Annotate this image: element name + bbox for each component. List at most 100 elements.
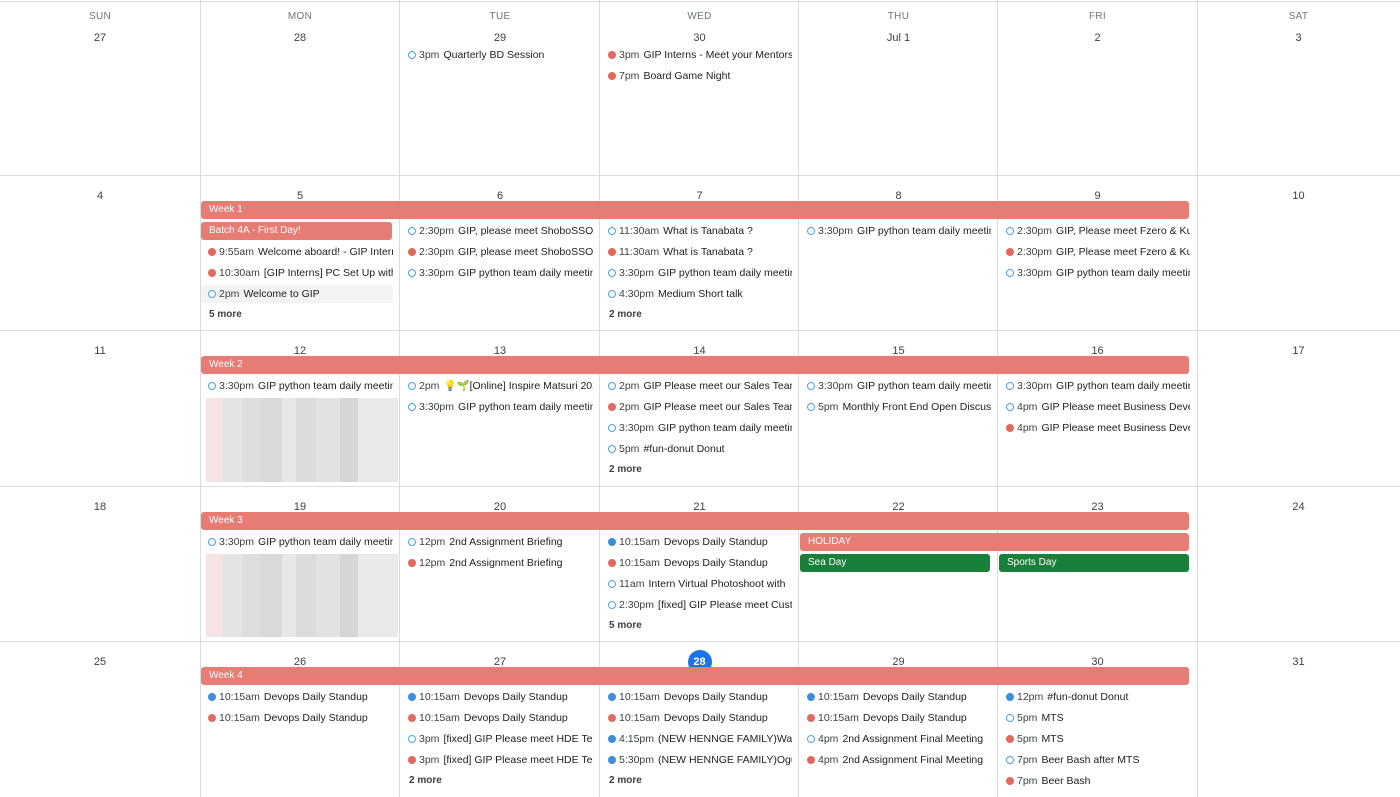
calendar-event[interactable]: 4pmGIP Please meet Business Development bbox=[999, 398, 1190, 416]
calendar-event[interactable]: 2pm GIP Please meet our Sales Team bbox=[601, 377, 792, 395]
more-events-link[interactable]: 2 more bbox=[601, 462, 642, 478]
event-dot-icon bbox=[608, 693, 616, 701]
all-day-event-bar[interactable]: Week 3 bbox=[201, 512, 1189, 530]
event-title: Devops Daily Standup bbox=[663, 536, 768, 548]
calendar-event[interactable]: 3:30pm GIP python team daily meeting bbox=[800, 222, 991, 240]
day-number[interactable]: 2 bbox=[1086, 26, 1110, 50]
day-number[interactable]: 31 bbox=[1287, 650, 1311, 674]
calendar-event[interactable]: 10:15am Devops Daily Standup bbox=[601, 554, 792, 572]
calendar-event[interactable]: 7pm Board Game Night bbox=[601, 67, 792, 85]
calendar-event[interactable]: 3:30pm GIP python team daily meeting bbox=[999, 377, 1190, 395]
more-events-link[interactable]: 2 more bbox=[401, 773, 442, 789]
calendar-event[interactable]: 11:30am What is Tanabata ? bbox=[601, 243, 792, 261]
calendar-event[interactable]: 5pm MTS bbox=[999, 709, 1190, 727]
calendar-event[interactable]: 10:15am Devops Daily Standup bbox=[601, 533, 792, 551]
calendar-event[interactable]: 4pm 2nd Assignment Final Meeting bbox=[800, 730, 991, 748]
calendar-event[interactable]: 10:15am Devops Daily Standup bbox=[401, 709, 593, 727]
event-title: Welcome to GIP bbox=[243, 288, 320, 300]
calendar-event[interactable]: 12pm 2nd Assignment Briefing bbox=[401, 533, 593, 551]
day-number[interactable]: 3 bbox=[1287, 26, 1311, 50]
calendar-event[interactable]: 10:15am Devops Daily Standup bbox=[201, 709, 393, 727]
calendar-event[interactable]: 10:15am Devops Daily Standup bbox=[601, 709, 792, 727]
calendar-event[interactable]: 2:30pmGIP, Please meet Fzero & Kumo bbox=[999, 243, 1190, 261]
more-events-link[interactable]: 5 more bbox=[601, 618, 642, 634]
day-number[interactable]: 28 bbox=[288, 26, 312, 50]
event-title: GIP python team daily meeting bbox=[258, 380, 393, 392]
calendar-event[interactable]: 2:30pm GIP, please meet ShoboSSO bbox=[401, 243, 593, 261]
day-number[interactable]: 27 bbox=[88, 26, 112, 50]
blurred-content bbox=[206, 398, 398, 482]
calendar-event[interactable]: 9:55am Welcome aboard! - GIP Interns bbox=[201, 243, 393, 261]
calendar-event[interactable]: 4pmGIP Please meet Business Development bbox=[999, 419, 1190, 437]
calendar-event[interactable]: 10:15am Devops Daily Standup bbox=[201, 688, 393, 706]
calendar-event[interactable]: 10:15am Devops Daily Standup bbox=[401, 688, 593, 706]
calendar-event[interactable]: 2pm Welcome to GIP bbox=[201, 285, 393, 303]
all-day-event-bar[interactable]: Week 1 bbox=[201, 201, 1189, 219]
calendar-event[interactable]: 4:15pm(NEW HENNGE FAMILY)Watcher bbox=[601, 730, 792, 748]
all-day-event-bar[interactable]: HOLIDAY bbox=[800, 533, 1189, 551]
event-time: 5pm bbox=[619, 443, 640, 455]
calendar-event[interactable]: 2:30pmGIP, Please meet Fzero & Kumo bbox=[999, 222, 1190, 240]
calendar-event[interactable]: 2:30pm GIP, please meet ShoboSSO bbox=[401, 222, 593, 240]
calendar-event[interactable]: 2pm GIP Please meet our Sales Team bbox=[601, 398, 792, 416]
calendar-event[interactable]: 7pm Beer Bash after MTS bbox=[999, 751, 1190, 769]
calendar-event[interactable]: 10:15am Devops Daily Standup bbox=[800, 688, 991, 706]
event-dot-icon bbox=[408, 559, 416, 567]
day-number[interactable]: 4 bbox=[88, 184, 112, 208]
event-title: Devops Daily Standup bbox=[663, 691, 768, 703]
all-day-event-chip[interactable]: Sports Day bbox=[999, 554, 1189, 572]
more-events-link[interactable]: 2 more bbox=[601, 773, 642, 789]
event-title: Intern Virtual Photoshoot with bbox=[648, 578, 786, 590]
calendar-event[interactable]: 12pm #fun-donut Donut bbox=[999, 688, 1190, 706]
calendar-event[interactable]: 3pm [fixed] GIP Please meet HDE Team bbox=[401, 730, 593, 748]
more-events-link[interactable]: 5 more bbox=[201, 307, 242, 323]
calendar-event[interactable]: 3:30pm GIP python team daily meeting bbox=[401, 264, 593, 282]
calendar-event[interactable]: 5pmMonthly Front End Open Discussion bbox=[800, 398, 991, 416]
calendar-event[interactable]: 3pm [fixed] GIP Please meet HDE Team bbox=[401, 751, 593, 769]
day-number[interactable]: 11 bbox=[88, 339, 112, 363]
event-title: GIP Please meet our Sales Team bbox=[643, 401, 792, 413]
calendar-event[interactable]: 4:30pm Medium Short talk bbox=[601, 285, 792, 303]
calendar-event[interactable]: 11am Intern Virtual Photoshoot with bbox=[601, 575, 792, 593]
calendar-event[interactable]: 3:30pm GIP python team daily meeting bbox=[201, 377, 393, 395]
calendar-event[interactable]: 12pm 2nd Assignment Briefing bbox=[401, 554, 593, 572]
day-number[interactable]: Jul 1 bbox=[869, 26, 929, 50]
calendar-event[interactable]: 3:30pm GIP python team daily meeting bbox=[601, 419, 792, 437]
event-title: Welcome aboard! - GIP Interns bbox=[258, 246, 393, 258]
day-number[interactable]: 24 bbox=[1287, 495, 1311, 519]
calendar-event[interactable]: 3:30pm GIP python team daily meeting bbox=[800, 377, 991, 395]
event-title: 2nd Assignment Briefing bbox=[449, 557, 563, 569]
event-time: 10:15am bbox=[818, 691, 859, 703]
calendar-event[interactable]: 3:30pm GIP python team daily meeting bbox=[401, 398, 593, 416]
all-day-event-chip[interactable]: Sea Day bbox=[800, 554, 990, 572]
calendar-event[interactable]: 3pm GIP Interns - Meet your Mentors bbox=[601, 46, 792, 64]
calendar-event[interactable]: 3:30pm GIP python team daily meeting bbox=[999, 264, 1190, 282]
event-dot-icon bbox=[408, 756, 416, 764]
day-number[interactable]: 25 bbox=[88, 650, 112, 674]
event-dot-icon bbox=[408, 51, 416, 59]
calendar-event[interactable]: 2:30pm[fixed] GIP Please meet Customer bbox=[601, 596, 792, 614]
calendar-event[interactable]: 10:15am Devops Daily Standup bbox=[601, 688, 792, 706]
calendar-event[interactable]: 3:30pm GIP python team daily meeting bbox=[201, 533, 393, 551]
all-day-event-bar[interactable]: Week 4 bbox=[201, 667, 1189, 685]
day-number[interactable]: 18 bbox=[88, 495, 112, 519]
calendar-event[interactable]: 11:30am What is Tanabata ? bbox=[601, 222, 792, 240]
calendar-event[interactable]: 5pm MTS bbox=[999, 730, 1190, 748]
more-events-link[interactable]: 2 more bbox=[601, 307, 642, 323]
event-title: GIP python team daily meeting bbox=[857, 225, 991, 237]
all-day-event-bar[interactable]: Week 2 bbox=[201, 356, 1189, 374]
all-day-event-bar[interactable]: Batch 4A - First Day! bbox=[201, 222, 392, 240]
calendar-event[interactable]: 3:30pm GIP python team daily meeting bbox=[601, 264, 792, 282]
day-number[interactable]: 10 bbox=[1287, 184, 1311, 208]
event-dot-icon bbox=[208, 248, 216, 256]
event-time: 4:30pm bbox=[619, 288, 655, 300]
calendar-event[interactable]: 5pm #fun-donut Donut bbox=[601, 440, 792, 458]
calendar-event[interactable]: 4pm 2nd Assignment Final Meeting bbox=[800, 751, 991, 769]
calendar-event[interactable]: 2pm 💡🌱[Online] Inspire Matsuri 2021 bbox=[401, 377, 593, 395]
calendar-event[interactable]: 10:30am[GIP Interns] PC Set Up with IT bbox=[201, 264, 393, 282]
calendar-event[interactable]: 5:30pm (NEW HENNGE FAMILY)Ogura bbox=[601, 751, 792, 769]
day-number[interactable]: 17 bbox=[1287, 339, 1311, 363]
calendar-event[interactable]: 10:15am Devops Daily Standup bbox=[800, 709, 991, 727]
calendar-event[interactable]: 3pm Quarterly BD Session bbox=[401, 46, 593, 64]
calendar-event[interactable]: 7pm Beer Bash bbox=[999, 772, 1190, 790]
